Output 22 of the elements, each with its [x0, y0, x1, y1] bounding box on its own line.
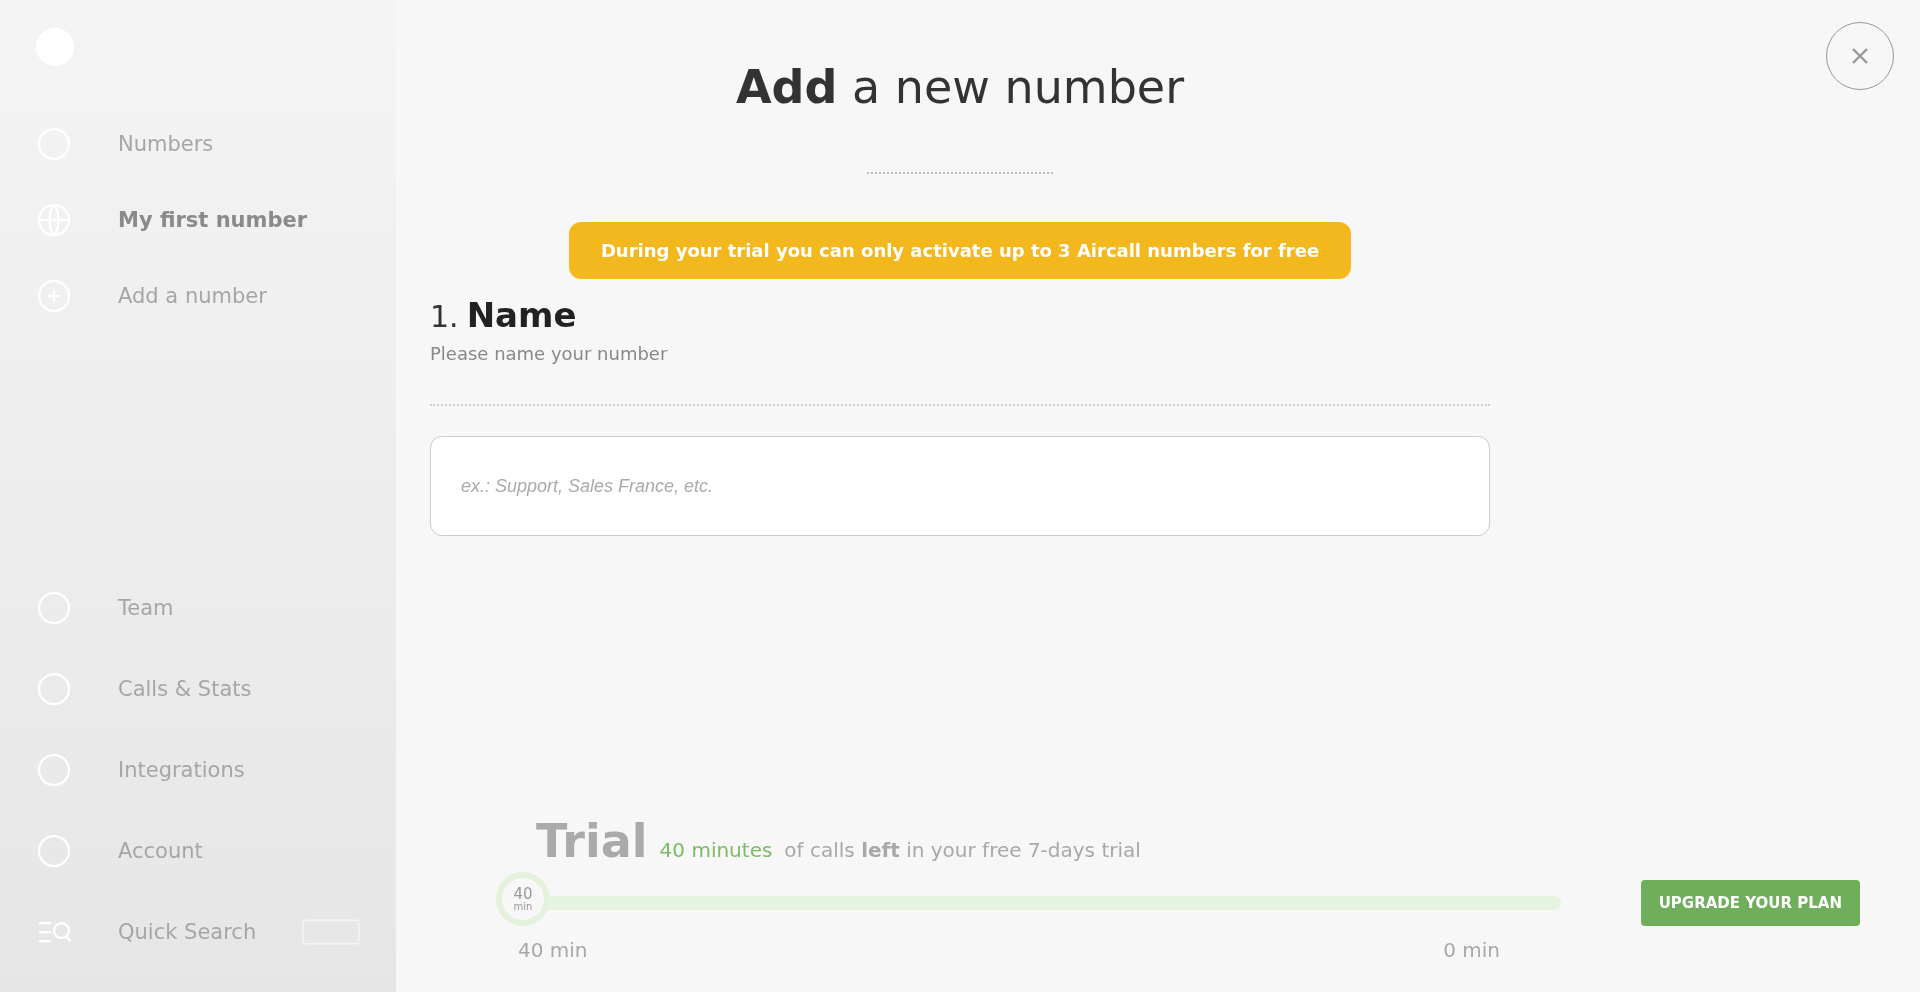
sidebar-item[interactable]: Calls & Stats	[118, 676, 252, 701]
sidebar-item[interactable]: Team	[118, 595, 174, 620]
close-icon	[1850, 46, 1870, 66]
sidebar-heading: Numbers	[118, 132, 214, 156]
step-title: Name	[466, 295, 577, 335]
end-label: 0 min	[1443, 938, 1500, 962]
trial-notice: During your trial you can only activate up to 3 Aircall numbers for free	[568, 222, 1352, 279]
trial-title: Trial	[536, 814, 648, 868]
sidebar-item[interactable]: Quick Search	[118, 919, 257, 944]
step-hint: Please name your number	[430, 343, 669, 364]
upgrade-button[interactable]: UPGRADE YOUR PLAN	[1640, 880, 1860, 926]
trial-message: of calls left in your free 7-days trial	[784, 838, 1141, 862]
minutes-thumb: 40 min	[496, 872, 550, 926]
step-number: 1.	[430, 299, 459, 334]
sidebar-item[interactable]: Account	[118, 838, 203, 863]
name-input-field[interactable]: ex.: Support, Sales France, etc.	[430, 436, 1490, 536]
sidebar-item[interactable]: Integrations	[118, 757, 245, 782]
sidebar-item[interactable]: Add a number	[118, 284, 267, 308]
modal-title: Add a new number	[734, 60, 1186, 114]
minutes-left-text: 40 minutes	[659, 838, 773, 862]
start-label: 40 min	[518, 938, 588, 962]
sidebar-item[interactable]: My first number	[118, 208, 308, 232]
